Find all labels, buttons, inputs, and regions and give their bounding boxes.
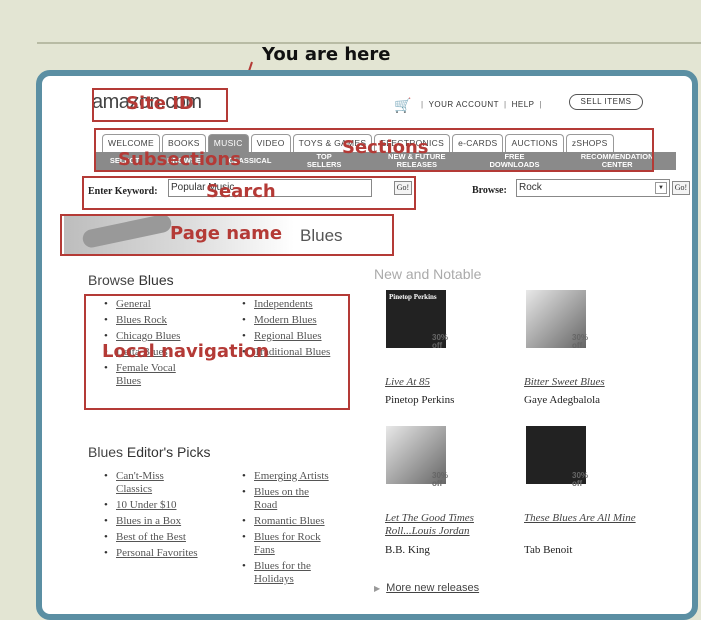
list-item[interactable]: 10 Under $10 [104,499,214,512]
list-item[interactable]: Blues in a Box [104,515,214,528]
product-title[interactable]: Bitter Sweet Blues [524,376,654,389]
new-notable-heading: New and Notable [374,266,482,282]
list-item[interactable]: Emerging Artists [242,470,357,483]
sections-annotation-label: Sections [342,137,429,158]
triangle-right-icon: ▶ [374,584,381,593]
list-item[interactable]: Blues for Rock Fans [242,531,344,557]
browse-select[interactable]: Rock ▼ [516,179,670,197]
page-name-annotation-label: Page name [170,223,283,244]
browse-go-button[interactable]: Go! [672,181,690,195]
product-title[interactable]: These Blues Are All Mine [524,512,654,525]
browse-label: Browse: [472,185,507,196]
discount-badge: 30% off [432,333,449,350]
picks-heading: Blues Editor's Picks [88,444,211,460]
product-artist: Gaye Adegbalola [524,394,601,406]
sell-items-button[interactable]: SELL ITEMS [569,94,643,110]
browse-select-value: Rock [519,182,542,193]
list-item[interactable]: Personal Favorites [104,547,214,560]
cart-icon[interactable]: 🛒 [394,98,411,115]
list-item[interactable]: Blues on the Road [242,486,334,512]
list-item[interactable]: Best of the Best [104,531,214,544]
browse-heading: Browse Blues [88,272,174,288]
list-item[interactable]: Can't-Miss Classics [104,470,186,496]
product-title[interactable]: Live At 85 [385,376,505,389]
list-item[interactable]: Romantic Blues [242,515,357,528]
chevron-down-icon[interactable]: ▼ [655,182,667,194]
your-account-link[interactable]: YOUR ACCOUNT [429,100,499,109]
help-link[interactable]: HELP [512,100,535,109]
subsections-annotation-label: Subsections [118,149,241,170]
product-artist: B.B. King [385,544,430,556]
discount-badge: 30% off [432,471,449,488]
site-id-annotation-label: Site ID [126,93,194,114]
search-annotation-label: Search [206,181,276,202]
product-title[interactable]: Let The Good Times Roll...Louis Jordan [385,512,510,538]
you-are-here-label: You are here [262,44,391,65]
discount-badge: 30% off [572,471,589,488]
account-links: | YOUR ACCOUNT | HELP | [421,100,543,109]
product-artist: Tab Benoit [524,544,573,556]
local-navigation-annotation-label: Local navigation [102,341,269,362]
product-artist: Pinetop Perkins [385,394,455,406]
browser-frame: amazon.com 🛒 | YOUR ACCOUNT | HELP | SELL IT… [36,70,698,620]
picks-list-1: Can't-Miss Classics 10 Under $10 Blues i… [104,470,214,563]
list-item[interactable]: Blues for the Holidays [242,560,334,586]
discount-badge: 30% off [572,333,589,350]
more-releases-link[interactable]: ▶ More new releases [374,582,479,594]
picks-list-2: Emerging Artists Blues on the Road Roman… [242,470,357,589]
